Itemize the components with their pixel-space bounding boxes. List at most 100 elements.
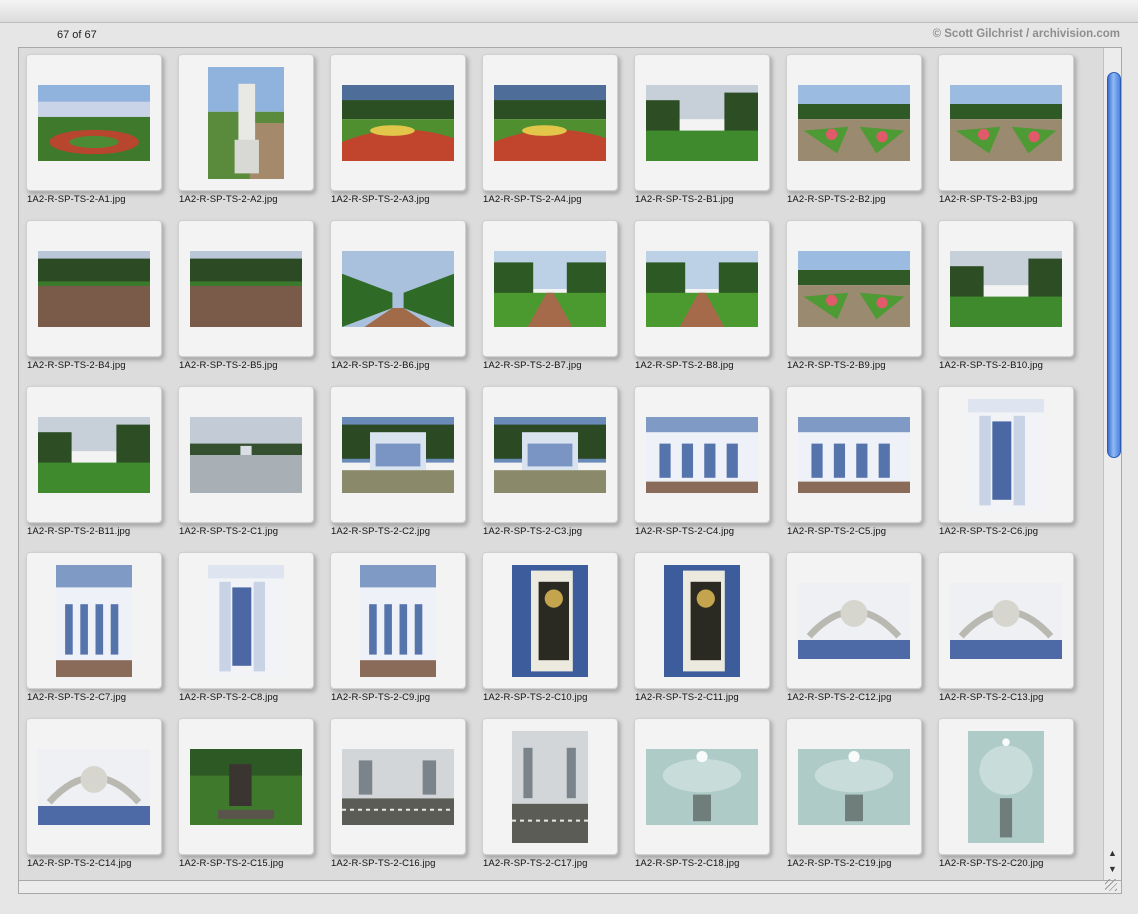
thumbnail-image[interactable] (968, 398, 1044, 511)
thumbnail-image[interactable] (494, 250, 606, 327)
thumbnail-cell[interactable]: 1A2-R-SP-TS-2-B7.jpg (475, 214, 627, 380)
slide-mount[interactable] (786, 54, 922, 191)
thumbnail-image[interactable] (950, 250, 1062, 327)
slide-mount[interactable] (938, 54, 1074, 191)
slide-mount[interactable] (786, 552, 922, 689)
slide-mount[interactable] (330, 718, 466, 855)
thumbnail-image[interactable] (342, 250, 454, 327)
thumbnail-image[interactable] (512, 564, 588, 677)
slide-mount[interactable] (786, 220, 922, 357)
thumbnail-image[interactable] (968, 730, 1044, 843)
slide-mount[interactable] (938, 386, 1074, 523)
thumbnail-cell[interactable]: 1A2-R-SP-TS-2-C17.jpg (475, 712, 627, 878)
thumbnail-cell[interactable]: 1A2-R-SP-TS-2-C2.jpg (323, 380, 475, 546)
thumbnail-image[interactable] (38, 416, 150, 493)
thumbnail-image[interactable] (646, 250, 758, 327)
slide-mount[interactable] (938, 220, 1074, 357)
thumbnail-image[interactable] (646, 84, 758, 161)
thumbnail-image[interactable] (798, 250, 910, 327)
slide-mount[interactable] (634, 220, 770, 357)
thumbnail-image[interactable] (494, 84, 606, 161)
thumbnail-cell[interactable]: 1A2-R-SP-TS-2-C9.jpg (323, 546, 475, 712)
slide-mount[interactable] (330, 386, 466, 523)
slide-mount[interactable] (178, 220, 314, 357)
thumbnail-image[interactable] (38, 748, 150, 825)
thumbnail-image[interactable] (950, 84, 1062, 161)
thumbnail-cell[interactable]: 1A2-R-SP-TS-2-C3.jpg (475, 380, 627, 546)
thumbnail-image[interactable] (190, 416, 302, 493)
thumbnail-image[interactable] (56, 564, 132, 677)
scroll-up-icon[interactable]: ▲ (1108, 848, 1117, 858)
thumbnail-image[interactable] (342, 416, 454, 493)
slide-mount[interactable] (482, 718, 618, 855)
thumbnail-cell[interactable]: 1A2-R-SP-TS-2-A1.jpg (19, 48, 171, 214)
thumbnail-image[interactable] (360, 564, 436, 677)
slide-mount[interactable] (482, 552, 618, 689)
thumbnail-cell[interactable]: 1A2-R-SP-TS-2-C11.jpg (627, 546, 779, 712)
thumbnail-image[interactable] (646, 748, 758, 825)
thumbnail-image[interactable] (190, 250, 302, 327)
slide-mount[interactable] (26, 552, 162, 689)
thumbnail-cell[interactable]: 1A2-R-SP-TS-2-C16.jpg (323, 712, 475, 878)
slide-mount[interactable] (634, 718, 770, 855)
thumbnail-cell[interactable]: 1A2-R-SP-TS-2-B5.jpg (171, 214, 323, 380)
thumbnail-cell[interactable]: 1A2-R-SP-TS-2-C10.jpg (475, 546, 627, 712)
slide-mount[interactable] (482, 220, 618, 357)
thumbnail-image[interactable] (798, 416, 910, 493)
thumbnail-cell[interactable]: 1A2-R-SP-TS-2-B9.jpg (779, 214, 931, 380)
thumbnail-cell[interactable]: 1A2-R-SP-TS-2-B8.jpg (627, 214, 779, 380)
thumbnail-image[interactable] (798, 582, 910, 659)
thumbnail-cell[interactable]: 1A2-R-SP-TS-2-B4.jpg (19, 214, 171, 380)
slide-mount[interactable] (482, 386, 618, 523)
thumbnail-cell[interactable]: 1A2-R-SP-TS-2-B1.jpg (627, 48, 779, 214)
slide-mount[interactable] (330, 54, 466, 191)
slide-mount[interactable] (26, 54, 162, 191)
thumbnail-cell[interactable]: 1A2-R-SP-TS-2-C12.jpg (779, 546, 931, 712)
thumbnail-cell[interactable]: 1A2-R-SP-TS-2-C5.jpg (779, 380, 931, 546)
thumbnail-image[interactable] (950, 582, 1062, 659)
slide-mount[interactable] (330, 552, 466, 689)
slide-mount[interactable] (938, 552, 1074, 689)
thumbnail-cell[interactable]: 1A2-R-SP-TS-2-C18.jpg (627, 712, 779, 878)
thumbnail-cell[interactable]: 1A2-R-SP-TS-2-C19.jpg (779, 712, 931, 878)
thumbnail-image[interactable] (664, 564, 740, 677)
slide-mount[interactable] (938, 718, 1074, 855)
thumbnail-cell[interactable]: 1A2-R-SP-TS-2-B6.jpg (323, 214, 475, 380)
thumbnail-cell[interactable]: 1A2-R-SP-TS-2-B3.jpg (931, 48, 1083, 214)
thumbnail-cell[interactable]: 1A2-R-SP-TS-2-A2.jpg (171, 48, 323, 214)
slide-mount[interactable] (178, 552, 314, 689)
slide-mount[interactable] (786, 386, 922, 523)
slide-mount[interactable] (26, 386, 162, 523)
slide-mount[interactable] (482, 54, 618, 191)
thumbnail-image[interactable] (190, 748, 302, 825)
thumbnail-image[interactable] (512, 730, 588, 843)
slide-mount[interactable] (26, 220, 162, 357)
slide-mount[interactable] (26, 718, 162, 855)
slide-mount[interactable] (634, 552, 770, 689)
thumbnail-image[interactable] (38, 84, 150, 161)
thumbnail-cell[interactable]: 1A2-R-SP-TS-2-C15.jpg (171, 712, 323, 878)
thumbnail-cell[interactable]: 1A2-R-SP-TS-2-B10.jpg (931, 214, 1083, 380)
slide-mount[interactable] (178, 718, 314, 855)
thumbnail-cell[interactable]: 1A2-R-SP-TS-2-C20.jpg (931, 712, 1083, 878)
slide-mount[interactable] (786, 718, 922, 855)
thumbnail-image[interactable] (208, 564, 284, 677)
thumbnail-image[interactable] (494, 416, 606, 493)
slide-mount[interactable] (178, 54, 314, 191)
thumbnail-cell[interactable]: 1A2-R-SP-TS-2-C8.jpg (171, 546, 323, 712)
thumbnail-cell[interactable]: 1A2-R-SP-TS-2-C7.jpg (19, 546, 171, 712)
thumbnail-image[interactable] (38, 250, 150, 327)
thumbnail-image[interactable] (342, 84, 454, 161)
slide-mount[interactable] (178, 386, 314, 523)
thumbnail-image[interactable] (798, 84, 910, 161)
thumbnail-cell[interactable]: 1A2-R-SP-TS-2-C6.jpg (931, 380, 1083, 546)
scroll-down-icon[interactable]: ▼ (1108, 864, 1117, 874)
thumbnail-cell[interactable]: 1A2-R-SP-TS-2-A4.jpg (475, 48, 627, 214)
resize-grip-icon[interactable] (1105, 879, 1117, 891)
thumbnail-cell[interactable]: 1A2-R-SP-TS-2-B2.jpg (779, 48, 931, 214)
thumbnail-image[interactable] (342, 748, 454, 825)
thumbnail-image[interactable] (646, 416, 758, 493)
thumbnail-image[interactable] (798, 748, 910, 825)
thumbnail-cell[interactable]: 1A2-R-SP-TS-2-C1.jpg (171, 380, 323, 546)
slide-mount[interactable] (330, 220, 466, 357)
